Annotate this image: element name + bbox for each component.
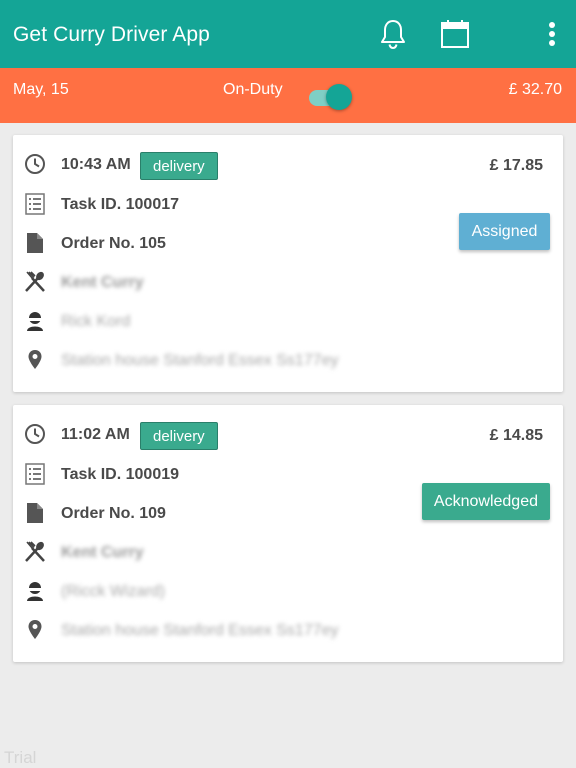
location-pin-icon [23,618,47,642]
task-id: Task ID. 100017 [61,196,180,213]
more-vert-icon [549,22,555,46]
app-screen: Get Curry Driver App May, 15 On-Duty £ 3… [0,0,576,768]
task-id-row: Task ID. 100019 [13,460,433,490]
on-duty-toggle[interactable] [307,82,353,110]
order-row: Order No. 109 [13,499,433,529]
calendar-icon [441,20,469,48]
task-price: £ 14.85 [489,427,543,444]
document-icon [23,501,47,525]
task-type-badge: delivery [140,152,218,180]
cutlery-icon [23,270,47,294]
task-status-button[interactable]: Assigned [459,213,550,250]
trial-watermark: Trial [4,748,37,767]
calendar-button[interactable] [438,16,472,52]
address-row: Station house Stanford Essex Ss177ey [13,616,433,646]
list-icon [23,462,47,486]
restaurant-row: Kent Curry [13,268,433,298]
task-id: Task ID. 100019 [61,466,180,483]
task-price: £ 17.85 [489,157,543,174]
clock-icon [23,152,47,176]
delivery-address: Station house Stanford Essex Ss177ey [61,352,339,369]
toggle-knob [326,84,352,110]
customer-row: Rick Kord [13,307,433,337]
restaurant-row: Kent Curry [13,538,433,568]
task-type-badge: delivery [140,422,218,450]
task-card[interactable]: 11:02 AM delivery £ 14.85 Task ID. 10001… [13,405,563,662]
earnings-total: £ 32.70 [508,81,562,98]
task-card[interactable]: 10:43 AM delivery £ 17.85 Task ID. 10001… [13,135,563,392]
on-duty-label: On-Duty [223,81,283,98]
driver-avatar-icon [23,579,47,603]
delivery-address: Station house Stanford Essex Ss177ey [61,622,339,639]
current-date: May, 15 [13,81,69,98]
location-pin-icon [23,348,47,372]
task-id-row: Task ID. 100017 [13,190,433,220]
driver-avatar-icon [23,309,47,333]
bell-icon [381,20,405,50]
cutlery-icon [23,540,47,564]
order-row: Order No. 105 [13,229,433,259]
app-bar: Get Curry Driver App [0,0,576,68]
task-time: 11:02 AM [61,426,130,443]
task-time-row: 10:43 AM delivery [13,150,433,180]
task-time-row: 11:02 AM delivery [13,420,433,450]
list-icon [23,192,47,216]
task-time: 10:43 AM [61,156,131,173]
customer-row: (Ricck Wizard) [13,577,433,607]
customer-name: Rick Kord [61,313,131,330]
order-number: Order No. 109 [61,505,166,522]
address-row: Station house Stanford Essex Ss177ey [13,346,433,376]
customer-name: (Ricck Wizard) [61,583,165,600]
status-bar: May, 15 On-Duty £ 32.70 [0,68,576,123]
restaurant-name: Kent Curry [61,544,144,561]
order-number: Order No. 105 [61,235,166,252]
overflow-menu-button[interactable] [536,16,568,52]
restaurant-name: Kent Curry [61,274,144,291]
app-title: Get Curry Driver App [13,23,210,46]
clock-icon [23,422,47,446]
task-status-button[interactable]: Acknowledged [421,483,550,520]
document-icon [23,231,47,255]
notifications-button[interactable] [376,16,410,52]
